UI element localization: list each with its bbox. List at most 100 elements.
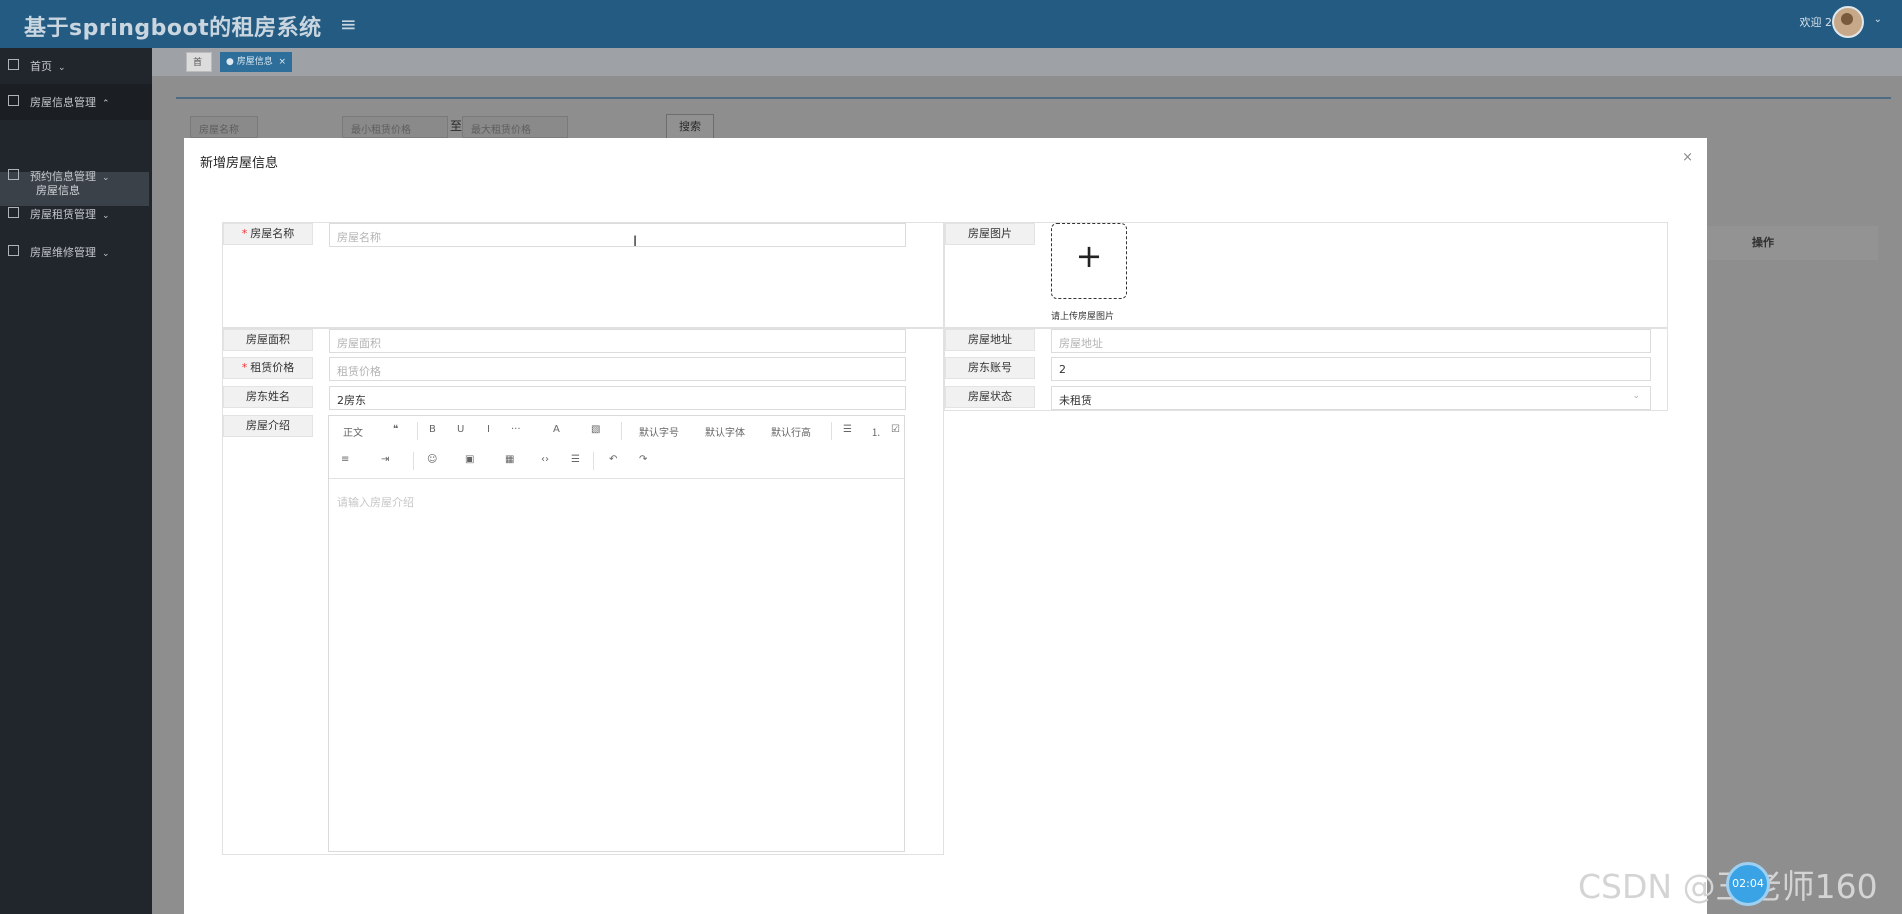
more-icon[interactable]: ··· xyxy=(511,424,521,435)
house-intro-editor[interactable]: 正文 ❝ B U I ··· A ▧ 默认字号 默认字体 默认行高 ☰ ⒈ ☑ … xyxy=(328,415,905,852)
editor-toolbar: 正文 ❝ B U I ··· A ▧ 默认字号 默认字体 默认行高 ☰ ⒈ ☑ … xyxy=(329,416,904,479)
operation-column-header: 操作 xyxy=(1752,236,1774,249)
toolbar-divider xyxy=(593,452,594,470)
divider-icon[interactable]: ☰ xyxy=(571,454,580,465)
form-row-house-name: * 房屋名称 房屋名称 xyxy=(222,222,944,328)
welcome-text: 欢迎 2 xyxy=(1799,16,1833,29)
undo-icon[interactable]: ↶ xyxy=(609,454,617,465)
sidebar-item-label: 首页 xyxy=(30,60,52,73)
calendar-icon xyxy=(8,169,19,180)
rent-price-label: * 租赁价格 xyxy=(223,357,313,379)
house-address-input[interactable]: 房屋地址 xyxy=(1051,329,1651,353)
search-button[interactable]: 搜索 xyxy=(666,114,714,140)
house-name-input[interactable]: 房屋名称 xyxy=(329,223,906,247)
toolbar-divider xyxy=(621,422,622,440)
underline-icon[interactable]: U xyxy=(457,424,464,435)
chevron-down-icon: ⌄ xyxy=(1632,391,1640,401)
tabs-bar: 首页 ● 房屋信息× xyxy=(152,48,1902,88)
image-icon[interactable]: ▣ xyxy=(465,454,474,465)
image-upload-button[interactable]: + xyxy=(1051,223,1127,299)
toolbar-divider xyxy=(417,422,418,440)
toolbar-divider xyxy=(831,422,832,440)
text-cursor-icon: I xyxy=(633,234,638,250)
rent-price-input[interactable]: 租赁价格 xyxy=(329,357,906,381)
sidebar-item-house-info-management[interactable]: 房屋信息管理 ⌃ xyxy=(0,84,152,120)
wrench-icon xyxy=(8,245,19,256)
add-house-dialog: 新增房屋信息 × * 房屋名称 房屋名称 房屋面积 房屋面积 * 租赁价格 租赁价格… xyxy=(184,138,1707,914)
tab-home[interactable]: 首页 xyxy=(186,52,212,88)
floating-timer-ball[interactable]: 02:04 xyxy=(1726,862,1770,906)
range-separator: 至 xyxy=(450,119,463,133)
italic-icon[interactable]: I xyxy=(487,424,490,435)
app-title: 基于springboot的租房系统 xyxy=(24,16,322,41)
table-icon[interactable]: ▦ xyxy=(505,454,514,465)
house-image-label: 房屋图片 xyxy=(945,223,1035,245)
divider xyxy=(176,97,1891,99)
indent-icon[interactable]: ⇥ xyxy=(381,454,389,465)
landlord-name-input[interactable]: 2房东 xyxy=(329,386,906,410)
chevron-down-icon: ⌄ xyxy=(102,211,110,221)
font-family-select[interactable]: 默认字体 xyxy=(705,424,745,439)
house-form: * 房屋名称 房屋名称 房屋面积 房屋面积 * 租赁价格 租赁价格 房东姓名 2房东… xyxy=(222,222,1668,855)
chevron-down-icon: ⌄ xyxy=(102,173,110,183)
house-address-label: 房屋地址 xyxy=(945,329,1035,351)
redo-icon[interactable]: ↷ xyxy=(639,454,647,465)
paragraph-format-button[interactable]: 正文 xyxy=(343,424,363,439)
house-area-label: 房屋面积 xyxy=(223,329,313,351)
bullet-list-icon[interactable]: ☰ xyxy=(843,424,852,435)
chevron-down-icon: ⌄ xyxy=(102,249,110,259)
close-icon[interactable]: × xyxy=(1682,150,1693,165)
code-icon[interactable]: ‹› xyxy=(541,454,549,465)
dialog-title: 新增房屋信息 xyxy=(200,156,279,171)
align-icon[interactable]: ≡ xyxy=(341,454,349,465)
quote-icon[interactable]: ❝ xyxy=(393,424,398,435)
editor-placeholder: 请输入房屋介绍 xyxy=(337,496,414,509)
toolbar-divider xyxy=(413,452,414,470)
home-icon xyxy=(8,59,19,70)
sidebar-item-rental-management[interactable]: 房屋租赁管理 ⌄ xyxy=(0,196,152,232)
emoji-icon[interactable]: ☺ xyxy=(427,454,437,465)
house-status-value: 未租赁 xyxy=(1059,394,1092,407)
tab-label: 房屋信息 xyxy=(236,57,273,67)
document-icon xyxy=(8,207,19,218)
landlord-account-label: 房东账号 xyxy=(945,357,1035,379)
max-price-filter-input[interactable]: 最大租赁价格 xyxy=(462,116,568,138)
house-status-label: 房屋状态 xyxy=(945,386,1035,408)
menu-toggle-icon[interactable]: ≡ xyxy=(340,12,357,36)
sidebar-item-label: 预约信息管理 xyxy=(30,170,96,183)
sidebar-item-reservation-management[interactable]: 预约信息管理 ⌄ xyxy=(0,158,152,194)
background-color-icon[interactable]: ▧ xyxy=(591,424,600,435)
chevron-down-icon[interactable]: ⌄ xyxy=(1874,14,1882,25)
upload-hint: 请上传房屋图片 xyxy=(1051,312,1115,322)
house-status-select[interactable]: 未租赁 ⌄ xyxy=(1051,386,1651,410)
top-bar: 基于springboot的租房系统 ≡ 欢迎 2 ⌄ xyxy=(0,0,1902,48)
close-icon[interactable]: × xyxy=(278,52,286,72)
sidebar-item-label: 房屋维修管理 xyxy=(30,246,96,259)
plus-icon: + xyxy=(1075,237,1103,275)
sidebar: 首页 ⌄ 房屋信息管理 ⌃ 房屋信息 预约信息管理 ⌄ 房屋租赁管理 ⌄ 房屋维修管理 ⌄ xyxy=(0,48,152,914)
sidebar-item-label: 房屋信息管理 xyxy=(30,96,96,109)
landlord-name-label: 房东姓名 xyxy=(223,386,313,408)
line-height-select[interactable]: 默认行高 xyxy=(771,424,811,439)
house-icon xyxy=(8,95,19,106)
todo-icon[interactable]: ☑ xyxy=(891,424,900,435)
min-price-filter-input[interactable]: 最小租赁价格 xyxy=(342,116,448,138)
avatar[interactable] xyxy=(1832,6,1864,38)
font-color-icon[interactable]: A xyxy=(553,424,560,435)
sidebar-item-label: 房屋租赁管理 xyxy=(30,208,96,221)
landlord-account-input[interactable]: 2 xyxy=(1051,357,1651,381)
font-size-select[interactable]: 默认字号 xyxy=(639,424,679,439)
sidebar-item-home[interactable]: 首页 ⌄ xyxy=(0,48,152,84)
form-right-column: 房屋地址 房屋地址 房东账号 2 房屋状态 未租赁 ⌄ xyxy=(944,328,1668,411)
house-name-label: * 房屋名称 xyxy=(223,223,313,245)
house-name-filter-input[interactable]: 房屋名称 xyxy=(190,116,258,138)
bold-icon[interactable]: B xyxy=(429,424,436,435)
form-row-house-image: 房屋图片 + 请上传房屋图片 xyxy=(944,222,1668,328)
numbered-list-icon[interactable]: ⒈ xyxy=(871,424,881,439)
sidebar-item-repair-management[interactable]: 房屋维修管理 ⌄ xyxy=(0,234,152,270)
house-area-input[interactable]: 房屋面积 xyxy=(329,329,906,353)
house-intro-label: 房屋介绍 xyxy=(223,415,313,437)
chevron-down-icon: ⌄ xyxy=(58,63,66,73)
chevron-up-icon: ⌃ xyxy=(102,99,110,109)
tab-house-info[interactable]: ● 房屋信息 × xyxy=(220,52,292,72)
